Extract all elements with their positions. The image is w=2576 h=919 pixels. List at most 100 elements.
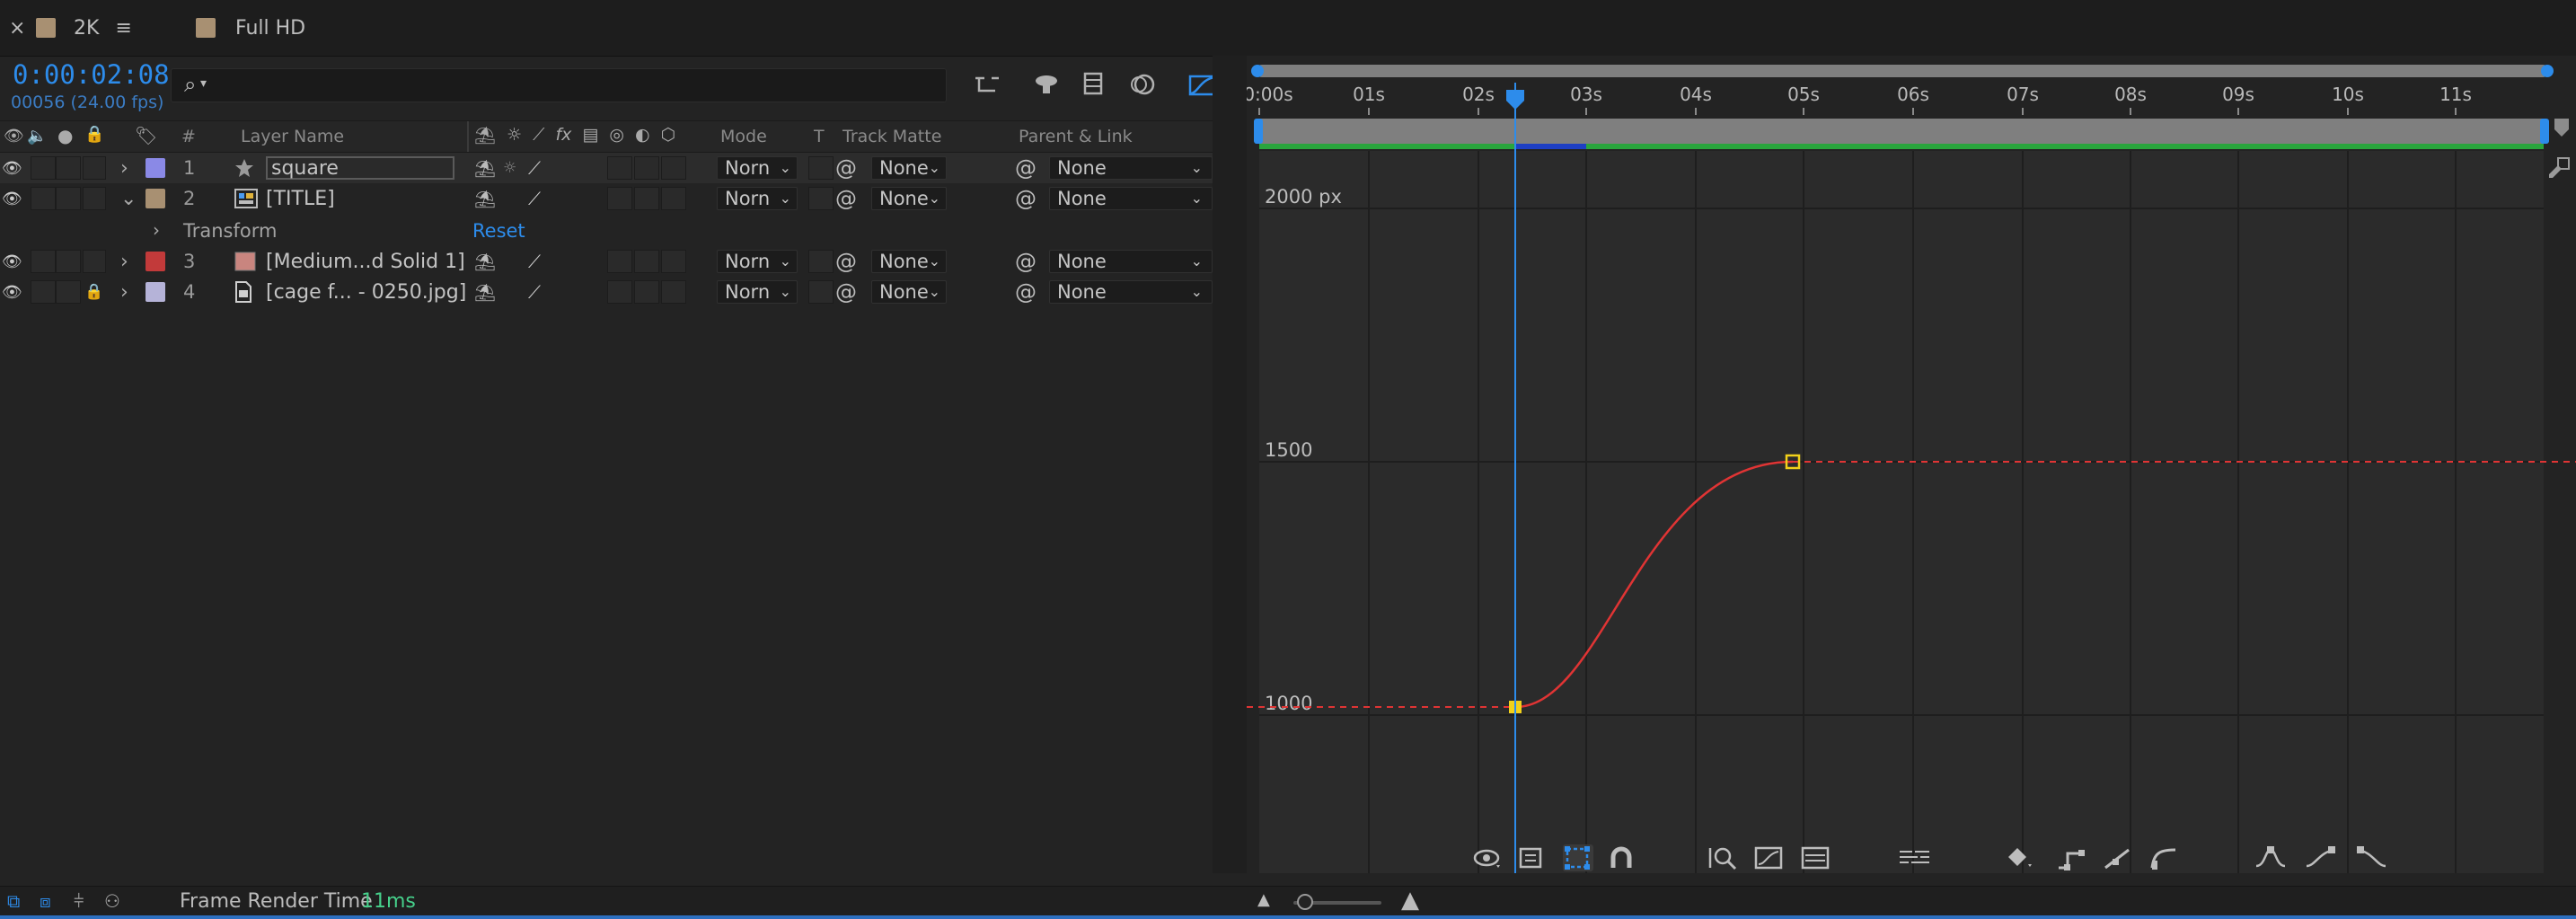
layer-name[interactable]: [cage f... - 0250.jpg] bbox=[266, 277, 466, 307]
audio-switch[interactable] bbox=[31, 280, 56, 304]
render-time-pane-icon[interactable]: ⧈ bbox=[40, 890, 51, 912]
track-matte-dropdown[interactable]: None ⌄ bbox=[871, 187, 947, 210]
adjustment-switch-icon[interactable]: ◐ bbox=[635, 125, 650, 146]
frame-blend-switch[interactable] bbox=[607, 156, 632, 180]
parent-dropdown[interactable]: None ⌄ bbox=[1049, 187, 1213, 210]
auto-zoom-graph-height-icon[interactable] bbox=[1707, 844, 1739, 871]
quality-switch-icon[interactable]: ⟋ bbox=[533, 125, 544, 146]
comp-flowchart-icon[interactable]: ⧉ bbox=[7, 890, 20, 912]
comp-button-icon[interactable] bbox=[2545, 153, 2572, 180]
transform-reset-link[interactable]: Reset bbox=[472, 220, 525, 242]
lock-icon[interactable]: 🔒 bbox=[84, 277, 103, 307]
motion-blur-switch-icon[interactable]: ◎ bbox=[609, 125, 624, 146]
shy-switch-icon[interactable]: ⛱ bbox=[474, 183, 496, 214]
column-t[interactable]: T bbox=[814, 127, 825, 146]
tab-2k[interactable]: 2K ≡ bbox=[36, 0, 132, 56]
motion-blur-icon[interactable] bbox=[1126, 68, 1157, 101]
tab-full-hd[interactable]: Full HD bbox=[196, 0, 305, 56]
easy-ease-out-icon[interactable] bbox=[2353, 844, 2389, 871]
shy-switch-icon[interactable]: ⛱ bbox=[474, 125, 496, 146]
adjustment-switch[interactable] bbox=[661, 250, 686, 273]
frame-blending-icon[interactable] bbox=[1078, 68, 1108, 101]
shy-switch-icon[interactable]: ⛱ bbox=[474, 153, 496, 183]
transform-box-icon[interactable] bbox=[1563, 844, 1593, 871]
motion-blur-switch[interactable] bbox=[634, 187, 659, 210]
easy-ease-in-icon[interactable] bbox=[2303, 844, 2339, 871]
lock-column-icon[interactable]: 🔒 bbox=[84, 125, 104, 144]
solo-switch[interactable] bbox=[56, 156, 81, 180]
separate-dimensions-icon[interactable] bbox=[1897, 844, 1933, 871]
panel-splitter[interactable] bbox=[1213, 56, 1247, 873]
close-tab-icon[interactable]: × bbox=[9, 0, 25, 56]
shy-switch-icon[interactable]: ⛱ bbox=[474, 246, 496, 277]
mode-dropdown[interactable]: Norn ⌄ bbox=[717, 280, 798, 304]
preserve-transparency-switch[interactable] bbox=[808, 250, 834, 273]
fit-all-graphs-to-view-icon[interactable] bbox=[1800, 844, 1832, 871]
frame-blend-switch[interactable] bbox=[607, 280, 632, 304]
graph-editor[interactable]: 0:00s 01s 02s 03s 04s 05s 06s 07s 08s 09s 10s 11s 2… bbox=[1243, 56, 2576, 886]
parent-pickwhip-icon[interactable]: @ bbox=[1015, 153, 1037, 183]
solo-column-icon[interactable]: ● bbox=[57, 125, 73, 146]
matte-pickwhip-icon[interactable]: @ bbox=[835, 277, 857, 307]
track-matte-dropdown[interactable]: None ⌄ bbox=[871, 280, 947, 304]
visibility-eye-icon[interactable]: 👁 bbox=[2, 277, 22, 307]
in-out-pane-icon[interactable]: ⫩ bbox=[74, 890, 84, 912]
track-matte-dropdown[interactable]: None ⌄ bbox=[871, 156, 947, 180]
layer-name[interactable]: [TITLE] bbox=[266, 183, 335, 214]
edit-selected-keyframes-icon[interactable] bbox=[2005, 844, 2041, 871]
audio-switch[interactable] bbox=[31, 187, 56, 210]
label-column-tag-icon[interactable]: 🏷 bbox=[135, 125, 157, 146]
zoom-in-icon[interactable]: ▲ bbox=[1401, 887, 1419, 914]
flowchart-icon[interactable] bbox=[972, 68, 1002, 101]
parent-pickwhip-icon[interactable]: @ bbox=[1015, 183, 1037, 214]
comp-marker-icon[interactable] bbox=[2551, 117, 2572, 138]
convert-to-linear-icon[interactable] bbox=[2102, 844, 2134, 871]
snapping-magnet-icon[interactable] bbox=[1608, 844, 1635, 871]
visibility-eye-icon[interactable]: 👁 bbox=[2, 246, 22, 277]
track-matte-dropdown[interactable]: None ⌄ bbox=[871, 250, 947, 273]
3d-layer-switch-icon[interactable]: ⬡ bbox=[661, 125, 676, 146]
graph-canvas[interactable]: 0:00s 01s 02s 03s 04s 05s 06s 07s 08s 09s 10s 11s 2… bbox=[1243, 56, 2576, 886]
layer-name[interactable]: [Medium...d Solid 1] bbox=[266, 246, 465, 277]
layer-label-color[interactable] bbox=[146, 189, 165, 208]
chevron-right-icon[interactable]: › bbox=[153, 219, 160, 241]
preserve-transparency-switch[interactable] bbox=[808, 187, 834, 210]
column-track-matte[interactable]: Track Matte bbox=[842, 127, 941, 146]
tab-menu-icon[interactable]: ≡ bbox=[115, 17, 131, 40]
convert-to-hold-icon[interactable] bbox=[2055, 844, 2087, 871]
current-time-display[interactable]: 0:00:02:08 bbox=[13, 59, 170, 90]
quality-switch-icon[interactable]: ⟋ bbox=[528, 183, 541, 214]
matte-pickwhip-icon[interactable]: @ bbox=[835, 183, 857, 214]
parent-dropdown[interactable]: None ⌄ bbox=[1049, 156, 1213, 180]
layer-search-input[interactable]: ⌕ ▾ bbox=[171, 68, 947, 102]
effects-switch-icon[interactable]: fx bbox=[555, 125, 571, 146]
stretch-pane-icon[interactable]: ⚇ bbox=[104, 890, 120, 912]
motion-blur-switch[interactable] bbox=[634, 156, 659, 180]
chevron-right-icon[interactable]: › bbox=[120, 277, 128, 307]
show-properties-eye-icon[interactable] bbox=[1473, 845, 1504, 870]
mode-dropdown[interactable]: Norn ⌄ bbox=[717, 250, 798, 273]
adjustment-switch[interactable] bbox=[661, 280, 686, 304]
layer-label-color[interactable] bbox=[146, 252, 165, 271]
graph-options-icon[interactable] bbox=[1518, 845, 1548, 870]
chevron-right-icon[interactable]: › bbox=[120, 246, 128, 277]
parent-dropdown[interactable]: None ⌄ bbox=[1049, 280, 1213, 304]
frame-blend-switch[interactable] bbox=[607, 250, 632, 273]
visibility-eye-icon[interactable]: 👁 bbox=[2, 183, 22, 214]
transform-label[interactable]: Transform bbox=[183, 220, 277, 242]
motion-blur-switch[interactable] bbox=[634, 280, 659, 304]
column-parent-link[interactable]: Parent & Link bbox=[1019, 127, 1133, 146]
matte-pickwhip-icon[interactable]: @ bbox=[835, 153, 857, 183]
parent-pickwhip-icon[interactable]: @ bbox=[1015, 246, 1037, 277]
quality-switch-icon[interactable]: ⟋ bbox=[528, 277, 541, 307]
column-layer-name[interactable]: Layer Name bbox=[241, 127, 344, 146]
column-mode[interactable]: Mode bbox=[720, 127, 767, 146]
lock-switch[interactable] bbox=[83, 156, 106, 180]
solo-switch[interactable] bbox=[56, 187, 81, 210]
collapse-switch-icon[interactable]: ☼ bbox=[507, 125, 522, 146]
zoom-out-icon[interactable]: ▲ bbox=[1257, 890, 1270, 909]
layer-row[interactable]: 👁 ⌄ 2 [TITLE] ⛱ ⟋ Norn ⌄ @ None ⌄ @ None ⌄ bbox=[0, 183, 1213, 214]
preserve-transparency-switch[interactable] bbox=[808, 280, 834, 304]
audio-column-icon[interactable]: 🔈 bbox=[27, 127, 47, 146]
fit-selection-to-view-icon[interactable] bbox=[1753, 844, 1786, 871]
